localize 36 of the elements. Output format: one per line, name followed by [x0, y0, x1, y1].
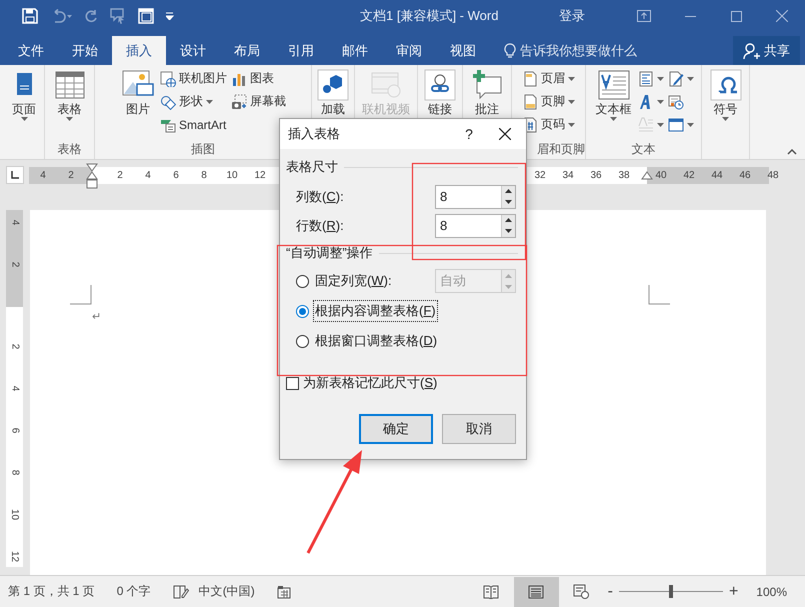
group-label: 表格: [58, 142, 82, 156]
ruler-number: 4: [9, 219, 20, 225]
group-label: 眉和页脚: [537, 142, 585, 156]
paragraph-mark: ↵: [92, 310, 102, 323]
ruler-number: 2: [9, 261, 20, 267]
ruler-number: 10: [9, 508, 20, 520]
field-label: 行数(R):: [296, 216, 345, 234]
ruler-number: 2: [116, 170, 124, 180]
ruler-number: 40: [654, 170, 668, 180]
ruler-number: 32: [533, 170, 547, 180]
ruler-number: 46: [738, 170, 752, 180]
ruler-number: 48: [766, 170, 780, 180]
ruler-number: 42: [682, 170, 696, 180]
window-title: 文档1 [兼容模式] - Word: [359, 7, 500, 25]
dialog-title: 插入表格: [288, 125, 340, 143]
ruler-number: 4: [39, 170, 47, 180]
ruler-number: 44: [710, 170, 724, 180]
ruler-number: 8: [9, 469, 20, 475]
ruler-number: 6: [172, 170, 180, 180]
ruler-number: 34: [561, 170, 575, 180]
ruler-number: 12: [9, 550, 20, 562]
section-heading: “自动调整”操作: [286, 244, 373, 262]
section-heading: 表格尺寸: [286, 158, 338, 176]
ruler-number: 10: [225, 170, 239, 180]
field-label: 列数(C):: [296, 188, 345, 206]
ruler-number: 36: [589, 170, 603, 180]
ruler-number: 2: [9, 343, 20, 349]
ruler-number: 4: [9, 385, 20, 391]
ruler-number: 4: [144, 170, 152, 180]
ruler-number: 2: [67, 170, 75, 180]
ruler-number: 12: [253, 170, 267, 180]
group-label: 插图: [191, 142, 215, 156]
ruler-number: 38: [617, 170, 631, 180]
ruler-number: 8: [200, 170, 208, 180]
group-label: 文本: [632, 142, 656, 156]
ruler-number: 6: [9, 427, 20, 433]
